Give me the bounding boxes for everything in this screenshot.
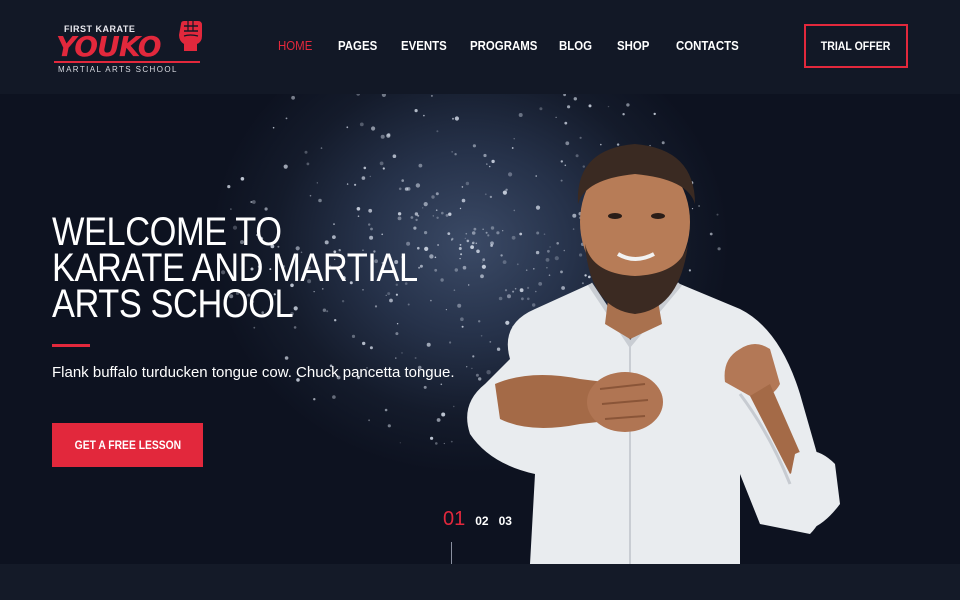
nav-events[interactable]: EVENTS	[401, 38, 447, 53]
section-bottom-strip	[0, 564, 960, 600]
nav-shop[interactable]: SHOP	[617, 38, 649, 53]
slider-pagination: 01 02 03	[443, 508, 512, 531]
hero-title-line: KARATE AND MARTIAL	[52, 246, 418, 290]
trial-offer-label: TRIAL OFFER	[821, 39, 891, 53]
logo-name: YOUKO	[56, 30, 162, 63]
nav-contacts[interactable]: CONTACTS	[676, 38, 739, 53]
logo-underline	[54, 61, 200, 63]
hero-subtitle: Flank buffalo turducken tongue cow. Chuc…	[52, 364, 455, 381]
slide-03-button[interactable]: 03	[499, 514, 512, 528]
logo-tagline: MARTIAL ARTS SCHOOL	[58, 65, 178, 74]
site-header: FIRST KARATE YOUKO MARTIAL ARTS SCHOOL H…	[0, 0, 960, 94]
nav-pages[interactable]: PAGES	[338, 38, 377, 53]
hero-section: WELCOME TO KARATE AND MARTIAL ARTS SCHOO…	[0, 94, 960, 564]
hero-title-line: ARTS SCHOOL	[52, 282, 294, 326]
hero-title: WELCOME TO KARATE AND MARTIAL ARTS SCHOO…	[52, 210, 430, 326]
fist-icon	[179, 21, 202, 51]
nav-programs[interactable]: PROGRAMS	[470, 38, 537, 53]
site-logo[interactable]: FIRST KARATE YOUKO MARTIAL ARTS SCHOOL	[54, 20, 204, 76]
nav-blog[interactable]: BLOG	[559, 38, 592, 53]
slide-02-button[interactable]: 02	[475, 514, 488, 528]
title-divider	[52, 344, 90, 347]
free-lesson-button[interactable]: GET A FREE LESSON	[52, 423, 203, 467]
slide-01-button[interactable]: 01	[443, 508, 465, 531]
slider-indicator-line	[451, 542, 452, 564]
hero-title-line: WELCOME TO	[52, 210, 282, 254]
free-lesson-label: GET A FREE LESSON	[74, 438, 181, 452]
karate-fighter-image	[467, 144, 840, 564]
trial-offer-button[interactable]: TRIAL OFFER	[804, 24, 908, 68]
nav-home[interactable]: HOME	[278, 38, 312, 53]
